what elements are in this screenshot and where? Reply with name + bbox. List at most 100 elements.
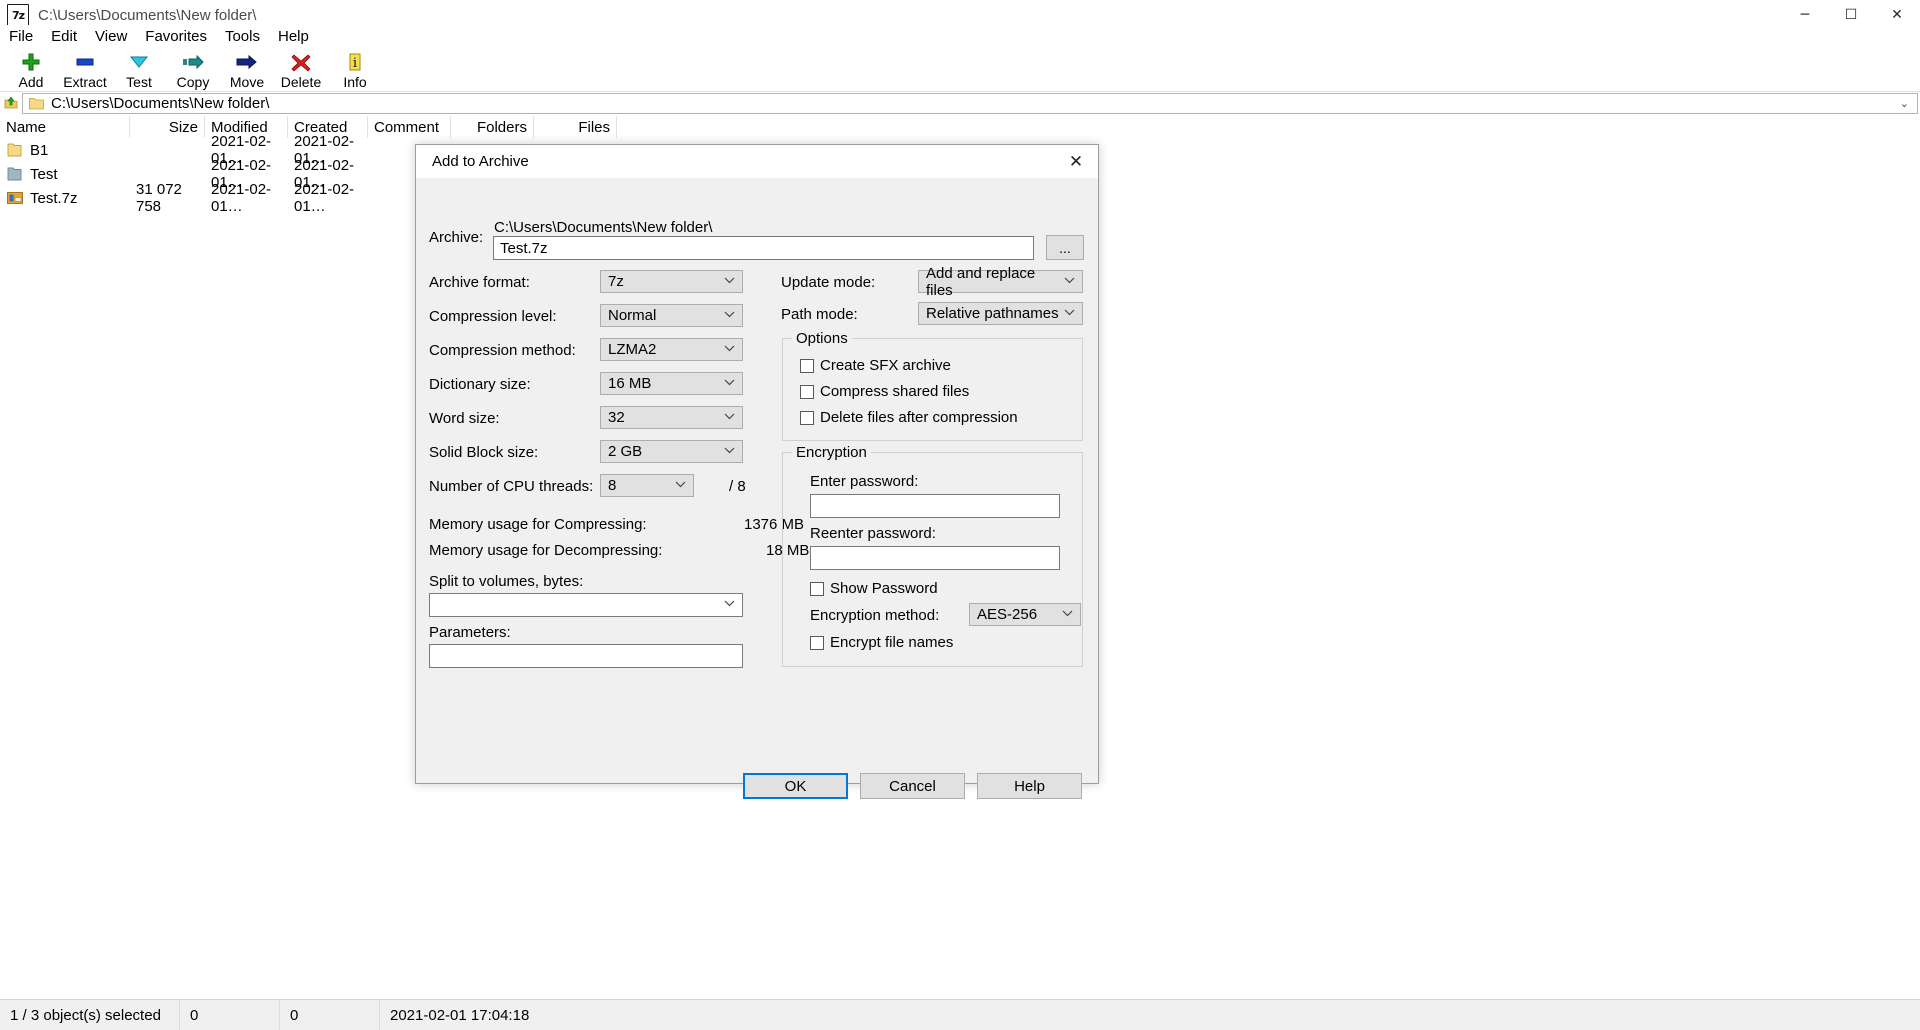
- memory-compressing-label: Memory usage for Compressing:: [429, 516, 647, 533]
- file-name-cell: B1: [0, 138, 130, 162]
- status-selection: 1 / 3 object(s) selected: [0, 1000, 180, 1030]
- path-mode-select[interactable]: Relative pathnames: [918, 302, 1083, 325]
- ok-button[interactable]: OK: [743, 773, 848, 799]
- toolbar-add-button[interactable]: Add: [4, 49, 58, 90]
- show-password-checkbox[interactable]: Show Password: [810, 580, 938, 597]
- chevron-down-icon: [724, 379, 735, 389]
- toolbar-test-label: Test: [126, 74, 152, 90]
- file-size-cell: 31 072 758: [130, 186, 205, 210]
- chevron-down-icon: [724, 447, 735, 457]
- checkbox-icon: [800, 385, 814, 399]
- toolbar-extract-button[interactable]: Extract: [58, 49, 112, 90]
- encryption-method-value: AES-256: [977, 606, 1037, 623]
- archive-format-select[interactable]: 7z: [600, 270, 743, 293]
- move-arrow-icon: [235, 51, 259, 73]
- menu-edit[interactable]: Edit: [42, 26, 86, 47]
- word-size-select[interactable]: 32: [600, 406, 743, 429]
- compression-method-value: LZMA2: [608, 341, 656, 358]
- checkbox-icon: [810, 582, 824, 596]
- reenter-password-input[interactable]: [810, 546, 1060, 570]
- minus-icon: [74, 51, 96, 73]
- chevron-down-icon[interactable]: [724, 600, 735, 610]
- menu-file[interactable]: File: [0, 26, 42, 47]
- status-size: 0: [180, 1000, 280, 1030]
- address-path-text: C:\Users\Documents\New folder\: [51, 95, 269, 112]
- address-bar: C:\Users\Documents\New folder\ ⌄: [0, 92, 1920, 114]
- svg-text:i: i: [353, 56, 357, 71]
- encryption-group-title: Encryption: [792, 444, 871, 461]
- toolbar-move-label: Move: [230, 74, 264, 90]
- dialog-title-bar: Add to Archive ✕: [416, 145, 1098, 179]
- folder-icon: [6, 142, 24, 158]
- parameters-label: Parameters:: [429, 624, 511, 641]
- file-created-cell: 2021-02-01…: [288, 186, 368, 210]
- dictionary-size-select[interactable]: 16 MB: [600, 372, 743, 395]
- add-to-archive-dialog: Add to Archive ✕ Archive: C:\Users\Docum…: [415, 144, 1099, 784]
- encryption-method-select[interactable]: AES-256: [969, 603, 1081, 626]
- solid-block-size-label: Solid Block size:: [429, 444, 538, 461]
- file-list-header: Name Size Modified Created Comment Folde…: [0, 116, 1920, 139]
- cpu-threads-label: Number of CPU threads:: [429, 478, 593, 495]
- column-header-folders[interactable]: Folders: [451, 116, 534, 138]
- delete-after-compression-checkbox[interactable]: Delete files after compression: [800, 409, 1018, 426]
- enter-password-input[interactable]: [810, 494, 1060, 518]
- compress-shared-checkbox[interactable]: Compress shared files: [800, 383, 969, 400]
- menu-tools[interactable]: Tools: [216, 26, 269, 47]
- encrypt-file-names-checkbox[interactable]: Encrypt file names: [810, 634, 953, 651]
- options-group: Options Create SFX archive Compress shar…: [782, 338, 1083, 441]
- column-header-comment[interactable]: Comment: [368, 116, 451, 138]
- solid-block-size-select[interactable]: 2 GB: [600, 440, 743, 463]
- encrypt-file-names-label: Encrypt file names: [830, 634, 953, 651]
- browse-button[interactable]: ...: [1046, 235, 1084, 260]
- chevron-down-icon[interactable]: ⌄: [1900, 97, 1909, 110]
- chevron-down-icon: [1064, 309, 1075, 319]
- word-size-label: Word size:: [429, 410, 500, 427]
- create-sfx-checkbox[interactable]: Create SFX archive: [800, 357, 951, 374]
- toolbar-test-button[interactable]: Test: [112, 49, 166, 90]
- status-timestamp: 2021-02-01 17:04:18: [380, 1000, 680, 1030]
- compress-shared-label: Compress shared files: [820, 383, 969, 400]
- split-volumes-input[interactable]: [429, 593, 743, 617]
- toolbar-info-label: Info: [343, 74, 366, 90]
- menu-favorites[interactable]: Favorites: [136, 26, 216, 47]
- toolbar-copy-button[interactable]: Copy: [166, 49, 220, 90]
- toolbar-add-label: Add: [19, 74, 44, 90]
- dialog-close-button[interactable]: ✕: [1054, 145, 1098, 179]
- column-header-name[interactable]: Name: [0, 116, 130, 138]
- chevron-down-icon: [1062, 610, 1073, 620]
- update-mode-select[interactable]: Add and replace files: [918, 270, 1083, 293]
- solid-block-size-value: 2 GB: [608, 443, 642, 460]
- up-folder-icon[interactable]: [0, 95, 22, 111]
- app-icon: 7z: [7, 4, 29, 26]
- file-name-text: B1: [30, 142, 48, 159]
- cpu-threads-max: / 8: [729, 478, 746, 495]
- show-password-label: Show Password: [830, 580, 938, 597]
- archive-label: Archive:: [429, 229, 483, 246]
- compression-level-value: Normal: [608, 307, 656, 324]
- reenter-password-label: Reenter password:: [810, 525, 936, 542]
- chevron-down-icon: [724, 311, 735, 321]
- toolbar-delete-button[interactable]: Delete: [274, 49, 328, 90]
- archive-format-label: Archive format:: [429, 274, 530, 291]
- compression-level-select[interactable]: Normal: [600, 304, 743, 327]
- menu-view[interactable]: View: [86, 26, 136, 47]
- cpu-threads-select[interactable]: 8: [600, 474, 694, 497]
- file-name-cell: Test: [0, 162, 130, 186]
- archive-name-input[interactable]: Test.7z: [493, 236, 1034, 260]
- column-header-size[interactable]: Size: [130, 116, 205, 138]
- chevron-down-icon: [724, 345, 735, 355]
- cancel-button[interactable]: Cancel: [860, 773, 965, 799]
- toolbar-copy-label: Copy: [177, 74, 210, 90]
- column-header-files[interactable]: Files: [534, 116, 617, 138]
- address-input[interactable]: C:\Users\Documents\New folder\ ⌄: [22, 93, 1918, 114]
- help-button[interactable]: Help: [977, 773, 1082, 799]
- menu-help[interactable]: Help: [269, 26, 318, 47]
- toolbar-info-button[interactable]: i Info: [328, 49, 382, 90]
- parameters-input[interactable]: [429, 644, 743, 668]
- toolbar-move-button[interactable]: Move: [220, 49, 274, 90]
- compression-method-select[interactable]: LZMA2: [600, 338, 743, 361]
- seven-zip-window: 7z C:\Users\Documents\New folder\ ─ ☐ ✕ …: [0, 0, 1920, 1030]
- dictionary-size-value: 16 MB: [608, 375, 651, 392]
- update-mode-label: Update mode:: [781, 274, 875, 291]
- archive-7z-icon: [6, 190, 24, 206]
